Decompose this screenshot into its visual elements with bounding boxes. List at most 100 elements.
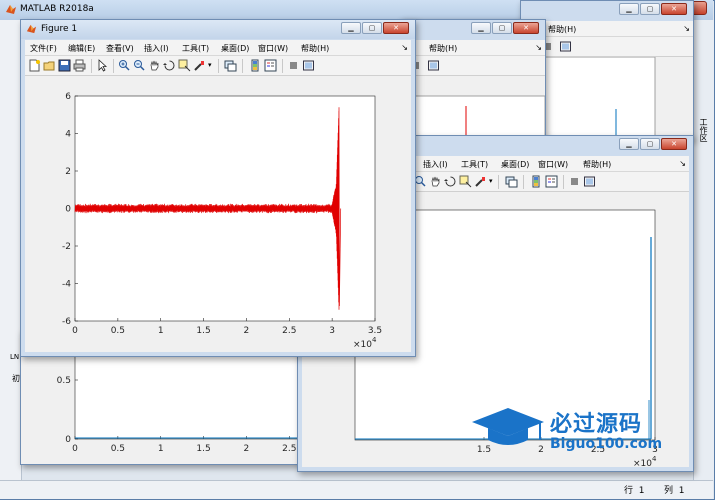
data-cursor-icon[interactable] bbox=[459, 175, 472, 188]
print-icon[interactable] bbox=[73, 59, 86, 72]
brush-icon[interactable] bbox=[193, 59, 206, 72]
menu-overflow-icon[interactable]: ↘ bbox=[401, 43, 408, 52]
show-plot-tools-icon[interactable] bbox=[302, 59, 315, 72]
rotate-3d-icon[interactable] bbox=[444, 175, 457, 188]
brush-icon[interactable] bbox=[474, 175, 487, 188]
colorbar-icon[interactable] bbox=[249, 59, 262, 72]
maximize-icon[interactable]: ▢ bbox=[640, 138, 660, 150]
minimize-icon[interactable]: ▁ bbox=[619, 3, 639, 15]
brush-dropdown-icon[interactable]: ▾ bbox=[208, 61, 212, 69]
menu-desktop[interactable]: 桌面(D) bbox=[221, 43, 249, 54]
hide-plot-tools-icon[interactable] bbox=[287, 59, 300, 72]
zoom-out-icon[interactable] bbox=[133, 59, 146, 72]
plot-area bbox=[400, 76, 546, 153]
menu-window[interactable]: 窗口(W) bbox=[538, 159, 568, 170]
x-tick-label: 2.5 bbox=[282, 444, 296, 454]
watermark-url: Biguo100.com bbox=[550, 436, 663, 452]
maximize-icon[interactable]: ▢ bbox=[492, 22, 512, 34]
hide-plot-tools-icon[interactable] bbox=[568, 175, 581, 188]
new-figure-icon[interactable] bbox=[28, 59, 41, 72]
plot-area bbox=[520, 56, 693, 142]
figure-window-1[interactable]: Figure 1 ▁ ▢ ✕ 文件(F) 编辑(E) 查看(V) 插入(I) 工… bbox=[20, 19, 416, 357]
figure-title: Figure 1 bbox=[41, 24, 78, 34]
window-title: MATLAB R2018a bbox=[20, 4, 94, 14]
figure-toolbar bbox=[521, 37, 693, 57]
menu-overflow-icon[interactable]: ↘ bbox=[679, 159, 686, 168]
status-col-indicator: 列 1 bbox=[664, 486, 685, 496]
menu-tools[interactable]: 工具(T) bbox=[461, 159, 488, 170]
zoom-in-icon[interactable] bbox=[118, 59, 131, 72]
save-icon[interactable] bbox=[58, 59, 71, 72]
close-icon[interactable]: ✕ bbox=[661, 138, 687, 150]
figure-toolbar bbox=[401, 56, 545, 76]
y-tick-label: 0.5 bbox=[57, 376, 71, 386]
pan-icon[interactable] bbox=[429, 175, 442, 188]
menu-help[interactable]: 帮助(H) bbox=[429, 43, 457, 54]
x-exponent-label: ×10 bbox=[353, 340, 372, 350]
workspace-tab[interactable]: 工作区 bbox=[698, 118, 709, 142]
menu-file[interactable]: 文件(F) bbox=[30, 43, 57, 54]
menu-insert[interactable]: 插入(I) bbox=[423, 159, 448, 170]
close-icon[interactable]: ✕ bbox=[383, 22, 409, 34]
legend-icon[interactable] bbox=[264, 59, 277, 72]
maximize-icon[interactable]: ▢ bbox=[640, 3, 660, 15]
plot-tools-icon[interactable] bbox=[427, 59, 440, 72]
menu-tools[interactable]: 工具(T) bbox=[182, 43, 209, 54]
pan-icon[interactable] bbox=[148, 59, 161, 72]
figure-menubar: 帮助(H) 帮助(H) ↘ bbox=[429, 21, 693, 37]
y-tick-label: -2 bbox=[62, 242, 71, 252]
minimize-icon[interactable]: ▁ bbox=[341, 22, 361, 34]
x-tick-label: 2 bbox=[244, 444, 250, 454]
colorbar-icon[interactable] bbox=[530, 175, 543, 188]
minimize-icon[interactable]: ▁ bbox=[471, 22, 491, 34]
plot-tools-icon[interactable] bbox=[559, 40, 572, 53]
brush-dropdown-icon[interactable]: ▾ bbox=[489, 177, 493, 185]
figure-window-back-1[interactable]: ▁ ▢ ✕ 帮助(H) ↘ bbox=[400, 19, 546, 153]
menu-window[interactable]: 窗口(W) bbox=[258, 43, 288, 54]
x-tick-label: 0 bbox=[72, 326, 78, 336]
close-icon[interactable]: ✕ bbox=[661, 3, 687, 15]
minimize-icon[interactable]: ▁ bbox=[619, 138, 639, 150]
figure-toolbar: ▾ bbox=[25, 56, 411, 76]
figure-window-controls: ▁ ▢ ✕ bbox=[619, 138, 687, 150]
menu-help[interactable]: 帮助(H) bbox=[583, 159, 611, 170]
x-tick-label: 3 bbox=[329, 326, 335, 336]
y-tick-label: 0 bbox=[65, 205, 71, 215]
legend-icon[interactable] bbox=[545, 175, 558, 188]
left-panel-label: LN bbox=[10, 353, 20, 361]
rotate-3d-icon[interactable] bbox=[163, 59, 176, 72]
x-tick-label: 3.5 bbox=[368, 326, 382, 336]
x-tick-label: 0.5 bbox=[111, 326, 125, 336]
y-tick-label: 0 bbox=[65, 435, 71, 445]
figure-titlebar[interactable]: Figure 1 ▁ ▢ ✕ bbox=[21, 20, 415, 39]
back-axes bbox=[520, 56, 656, 142]
matlab-logo-icon bbox=[6, 5, 16, 14]
link-plot-icon[interactable] bbox=[224, 59, 237, 72]
x-exponent-label: ×10 bbox=[633, 459, 652, 469]
menu-overflow-icon[interactable]: ↘ bbox=[683, 24, 690, 33]
menu-insert[interactable]: 插入(I) bbox=[144, 43, 169, 54]
close-icon[interactable]: ✕ bbox=[513, 22, 539, 34]
x-tick-label: 1 bbox=[158, 444, 164, 454]
figure-window-controls: ▁ ▢ ✕ bbox=[619, 3, 687, 15]
menu-overflow-icon[interactable]: ↘ bbox=[535, 43, 542, 52]
menu-help[interactable]: 帮助(H) bbox=[301, 43, 329, 54]
menu-help[interactable]: 帮助(H) bbox=[548, 24, 576, 35]
show-plot-tools-icon[interactable] bbox=[583, 175, 596, 188]
x-tick-label: 1 bbox=[158, 326, 164, 336]
data-cursor-icon[interactable] bbox=[178, 59, 191, 72]
edit-plot-arrow-icon[interactable] bbox=[96, 59, 109, 72]
x-tick-label: 0 bbox=[72, 444, 78, 454]
link-plot-icon[interactable] bbox=[505, 175, 518, 188]
maximize-icon[interactable]: ▢ bbox=[362, 22, 382, 34]
plot-area: 0 0.5 1 1.5 2 2.5 3 3.5 6 4 2 0 -2 -4 -6 ×10 4 bbox=[25, 76, 411, 352]
x-tick-label: 2 bbox=[244, 326, 250, 336]
x-exponent: 4 bbox=[372, 336, 377, 344]
menu-edit[interactable]: 编辑(E) bbox=[68, 43, 95, 54]
open-file-icon[interactable] bbox=[43, 59, 56, 72]
y-tick-label: 4 bbox=[65, 130, 71, 140]
menu-view[interactable]: 查看(V) bbox=[106, 43, 134, 54]
menu-desktop[interactable]: 桌面(D) bbox=[501, 159, 529, 170]
y-tick-label: -4 bbox=[62, 280, 71, 290]
figure-window-back-2[interactable]: ▁ ▢ ✕ 帮助(H) 帮助(H) ↘ bbox=[429, 0, 694, 142]
